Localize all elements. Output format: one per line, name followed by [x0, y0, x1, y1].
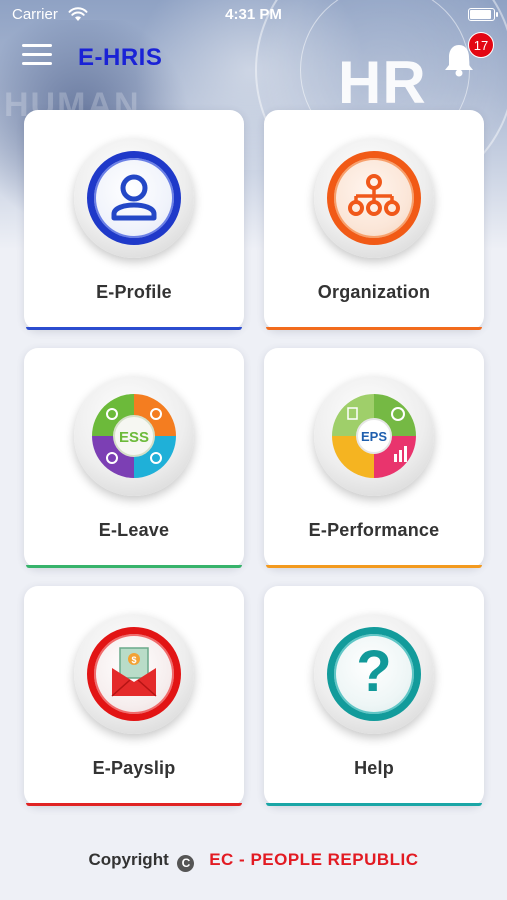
tile-label: E-Performance: [308, 520, 440, 540]
tile-organization[interactable]: Organization: [264, 110, 484, 330]
tile-label: Help: [354, 758, 394, 778]
footer: Copyright C EC - PEOPLE REPUBLIC: [0, 850, 507, 872]
tile-accent: [26, 565, 242, 568]
copyright-icon: C: [177, 855, 195, 872]
tile-e-profile[interactable]: E-Profile: [24, 110, 244, 330]
tile-label: Organization: [317, 282, 431, 302]
battery-icon: [468, 8, 498, 21]
tile-e-performance[interactable]: EPS E-Performance: [264, 348, 484, 568]
ess-text: ESS: [119, 429, 149, 446]
tile-accent: [266, 327, 482, 330]
tile-label: E-Leave: [98, 520, 170, 540]
copyright-label: Copyright: [88, 850, 169, 869]
eps-puzzle-icon: EPS: [332, 394, 416, 478]
status-bar: Carrier 4:31 PM: [0, 0, 507, 30]
tile-label: E-Profile: [96, 282, 172, 302]
svg-text:$: $: [131, 655, 136, 665]
tile-accent: [266, 803, 482, 806]
ess-cycle-icon: ESS: [92, 394, 176, 478]
app-bar: E-HRIS 17: [0, 30, 507, 84]
tile-label: E-Payslip: [92, 758, 176, 778]
payslip-envelope-icon: $: [111, 647, 157, 697]
notification-count-badge: 17: [468, 32, 494, 58]
company-name: EC - PEOPLE REPUBLIC: [209, 850, 419, 869]
status-time: 4:31 PM: [225, 6, 282, 23]
tile-e-payslip[interactable]: $ E-Payslip: [24, 586, 244, 806]
tile-e-leave[interactable]: ESS E-Leave: [24, 348, 244, 568]
user-profile-icon: [111, 174, 157, 221]
tile-help[interactable]: ? Help: [264, 586, 484, 806]
notifications-button[interactable]: 17: [440, 32, 494, 82]
tile-accent: [266, 565, 482, 568]
tile-accent: [26, 327, 242, 330]
question-mark-icon: ?: [356, 639, 392, 704]
app-title: E-HRIS: [78, 44, 163, 71]
menu-button[interactable]: [22, 44, 52, 68]
tile-accent: [26, 803, 242, 806]
eps-text: EPS: [361, 429, 387, 444]
org-chart-icon: [348, 174, 400, 216]
